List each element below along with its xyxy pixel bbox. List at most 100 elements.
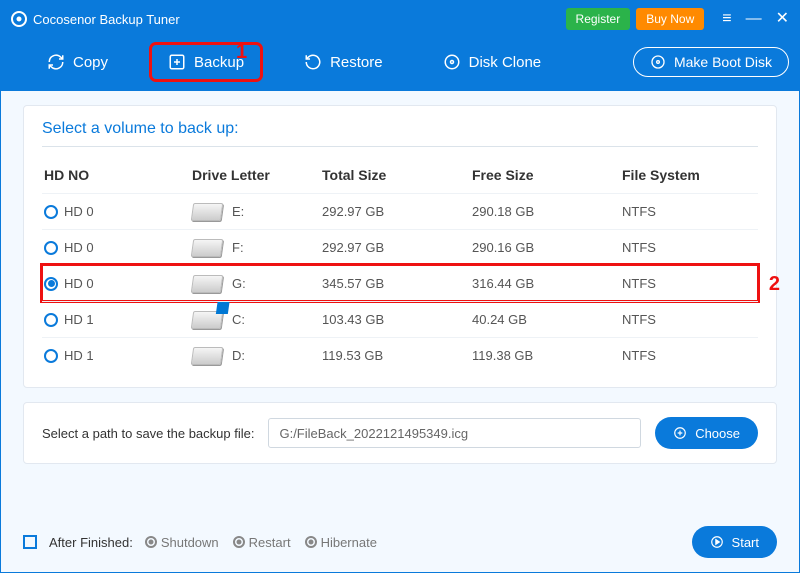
file-system: NTFS bbox=[622, 240, 758, 255]
file-system: NTFS bbox=[622, 204, 758, 219]
file-system: NTFS bbox=[622, 348, 758, 363]
menu-icon[interactable]: ≡ bbox=[722, 11, 731, 27]
volume-card: Select a volume to back up: HD NO Drive … bbox=[23, 105, 777, 388]
after-finished-label: After Finished: bbox=[49, 535, 133, 550]
drive-icon bbox=[191, 347, 224, 365]
path-label: Select a path to save the backup file: bbox=[42, 426, 254, 441]
free-size: 290.16 GB bbox=[472, 240, 622, 255]
play-icon bbox=[710, 535, 724, 549]
shutdown-label: Shutdown bbox=[161, 535, 219, 550]
row-radio[interactable] bbox=[44, 349, 58, 363]
tab-disk-clone-label: Disk Clone bbox=[469, 54, 542, 71]
table-row[interactable]: HD 1 D: 119.53 GB119.38 GBNTFS bbox=[42, 337, 758, 373]
free-size: 316.44 GB bbox=[472, 276, 622, 291]
after-options: Shutdown Restart Hibernate bbox=[145, 535, 377, 550]
titlebar: Cocosenor Backup Tuner Register Buy Now … bbox=[1, 1, 799, 37]
drive-letter: G: bbox=[232, 276, 246, 291]
start-label: Start bbox=[732, 535, 759, 550]
choose-button[interactable]: Choose bbox=[655, 417, 758, 449]
close-button[interactable]: ✕ bbox=[776, 11, 789, 27]
hd-no: HD 1 bbox=[64, 348, 94, 363]
table-row[interactable]: HD 0 F: 292.97 GB290.16 GBNTFS bbox=[42, 229, 758, 265]
radio-icon bbox=[145, 536, 157, 548]
drive-icon bbox=[191, 311, 224, 329]
restart-label: Restart bbox=[249, 535, 291, 550]
tab-restore-label: Restore bbox=[330, 54, 383, 71]
file-system: NTFS bbox=[622, 276, 758, 291]
annotation-1: 1 bbox=[236, 41, 247, 64]
tab-disk-clone[interactable]: Disk Clone bbox=[427, 45, 558, 79]
make-boot-disk-button[interactable]: Make Boot Disk bbox=[633, 47, 789, 77]
table-header: HD NO Drive Letter Total Size Free Size … bbox=[42, 157, 758, 193]
col-free: Free Size bbox=[472, 167, 622, 183]
free-size: 290.18 GB bbox=[472, 204, 622, 219]
radio-icon bbox=[305, 536, 317, 548]
header: Cocosenor Backup Tuner Register Buy Now … bbox=[1, 1, 799, 91]
drive-letter: C: bbox=[232, 312, 245, 327]
table-row[interactable]: HD 0G:2345.57 GB316.44 GBNTFS bbox=[42, 265, 758, 301]
free-size: 40.24 GB bbox=[472, 312, 622, 327]
app-title-text: Cocosenor Backup Tuner bbox=[33, 12, 180, 27]
hd-no: HD 0 bbox=[64, 204, 94, 219]
after-finished-checkbox[interactable] bbox=[23, 535, 37, 549]
total-size: 292.97 GB bbox=[322, 240, 472, 255]
buy-now-button[interactable]: Buy Now bbox=[636, 8, 704, 30]
row-radio[interactable] bbox=[44, 205, 58, 219]
path-input[interactable] bbox=[268, 418, 641, 448]
choose-label: Choose bbox=[695, 426, 740, 441]
footer: After Finished: Shutdown Restart Hiberna… bbox=[1, 516, 799, 572]
hd-no: HD 0 bbox=[64, 276, 94, 291]
window-controls: ≡ ― ✕ bbox=[722, 11, 789, 27]
restore-icon bbox=[304, 53, 322, 71]
col-total: Total Size bbox=[322, 167, 472, 183]
volume-table: HD NO Drive Letter Total Size Free Size … bbox=[42, 157, 758, 373]
col-drive: Drive Letter bbox=[192, 167, 322, 183]
app-window: Cocosenor Backup Tuner Register Buy Now … bbox=[0, 0, 800, 573]
file-system: NTFS bbox=[622, 312, 758, 327]
hibernate-label: Hibernate bbox=[321, 535, 377, 550]
row-radio[interactable] bbox=[44, 313, 58, 327]
tab-copy[interactable]: Copy bbox=[31, 45, 124, 79]
drive-icon bbox=[191, 239, 224, 257]
total-size: 103.43 GB bbox=[322, 312, 472, 327]
annotation-2: 2 bbox=[769, 273, 780, 296]
total-size: 119.53 GB bbox=[322, 348, 472, 363]
tab-restore[interactable]: Restore bbox=[288, 45, 399, 79]
radio-icon bbox=[233, 536, 245, 548]
plus-box-icon bbox=[168, 53, 186, 71]
col-fs: File System bbox=[622, 167, 758, 183]
drive-icon bbox=[191, 203, 224, 221]
shutdown-option[interactable]: Shutdown bbox=[145, 535, 219, 550]
plus-circle-icon bbox=[673, 426, 687, 440]
path-card: Select a path to save the backup file: C… bbox=[23, 402, 777, 464]
restart-option[interactable]: Restart bbox=[233, 535, 291, 550]
table-row[interactable]: HD 1 C: 103.43 GB40.24 GBNTFS bbox=[42, 301, 758, 337]
drive-letter: D: bbox=[232, 348, 245, 363]
drive-icon bbox=[191, 275, 224, 293]
section-title: Select a volume to back up: bbox=[42, 120, 758, 147]
main-body: Select a volume to back up: HD NO Drive … bbox=[1, 91, 799, 516]
total-size: 292.97 GB bbox=[322, 204, 472, 219]
col-hd: HD NO bbox=[42, 167, 192, 183]
refresh-icon bbox=[47, 53, 65, 71]
drive-letter: E: bbox=[232, 204, 244, 219]
free-size: 119.38 GB bbox=[472, 348, 622, 363]
table-row[interactable]: HD 0 E: 292.97 GB290.18 GBNTFS bbox=[42, 193, 758, 229]
hibernate-option[interactable]: Hibernate bbox=[305, 535, 377, 550]
disk-icon bbox=[443, 53, 461, 71]
row-radio[interactable] bbox=[44, 277, 58, 291]
drive-letter: F: bbox=[232, 240, 244, 255]
register-button[interactable]: Register bbox=[566, 8, 631, 30]
start-button[interactable]: Start bbox=[692, 526, 777, 558]
minimize-button[interactable]: ― bbox=[746, 11, 762, 27]
app-logo-icon bbox=[11, 11, 27, 27]
total-size: 345.57 GB bbox=[322, 276, 472, 291]
main-tabs: Copy Backup Restore Disk Clone Make Boot… bbox=[1, 37, 799, 91]
make-boot-disk-label: Make Boot Disk bbox=[674, 54, 772, 70]
app-title: Cocosenor Backup Tuner bbox=[11, 11, 560, 27]
row-radio[interactable] bbox=[44, 241, 58, 255]
cd-icon bbox=[650, 54, 666, 70]
hd-no: HD 0 bbox=[64, 240, 94, 255]
hd-no: HD 1 bbox=[64, 312, 94, 327]
tab-copy-label: Copy bbox=[73, 54, 108, 71]
